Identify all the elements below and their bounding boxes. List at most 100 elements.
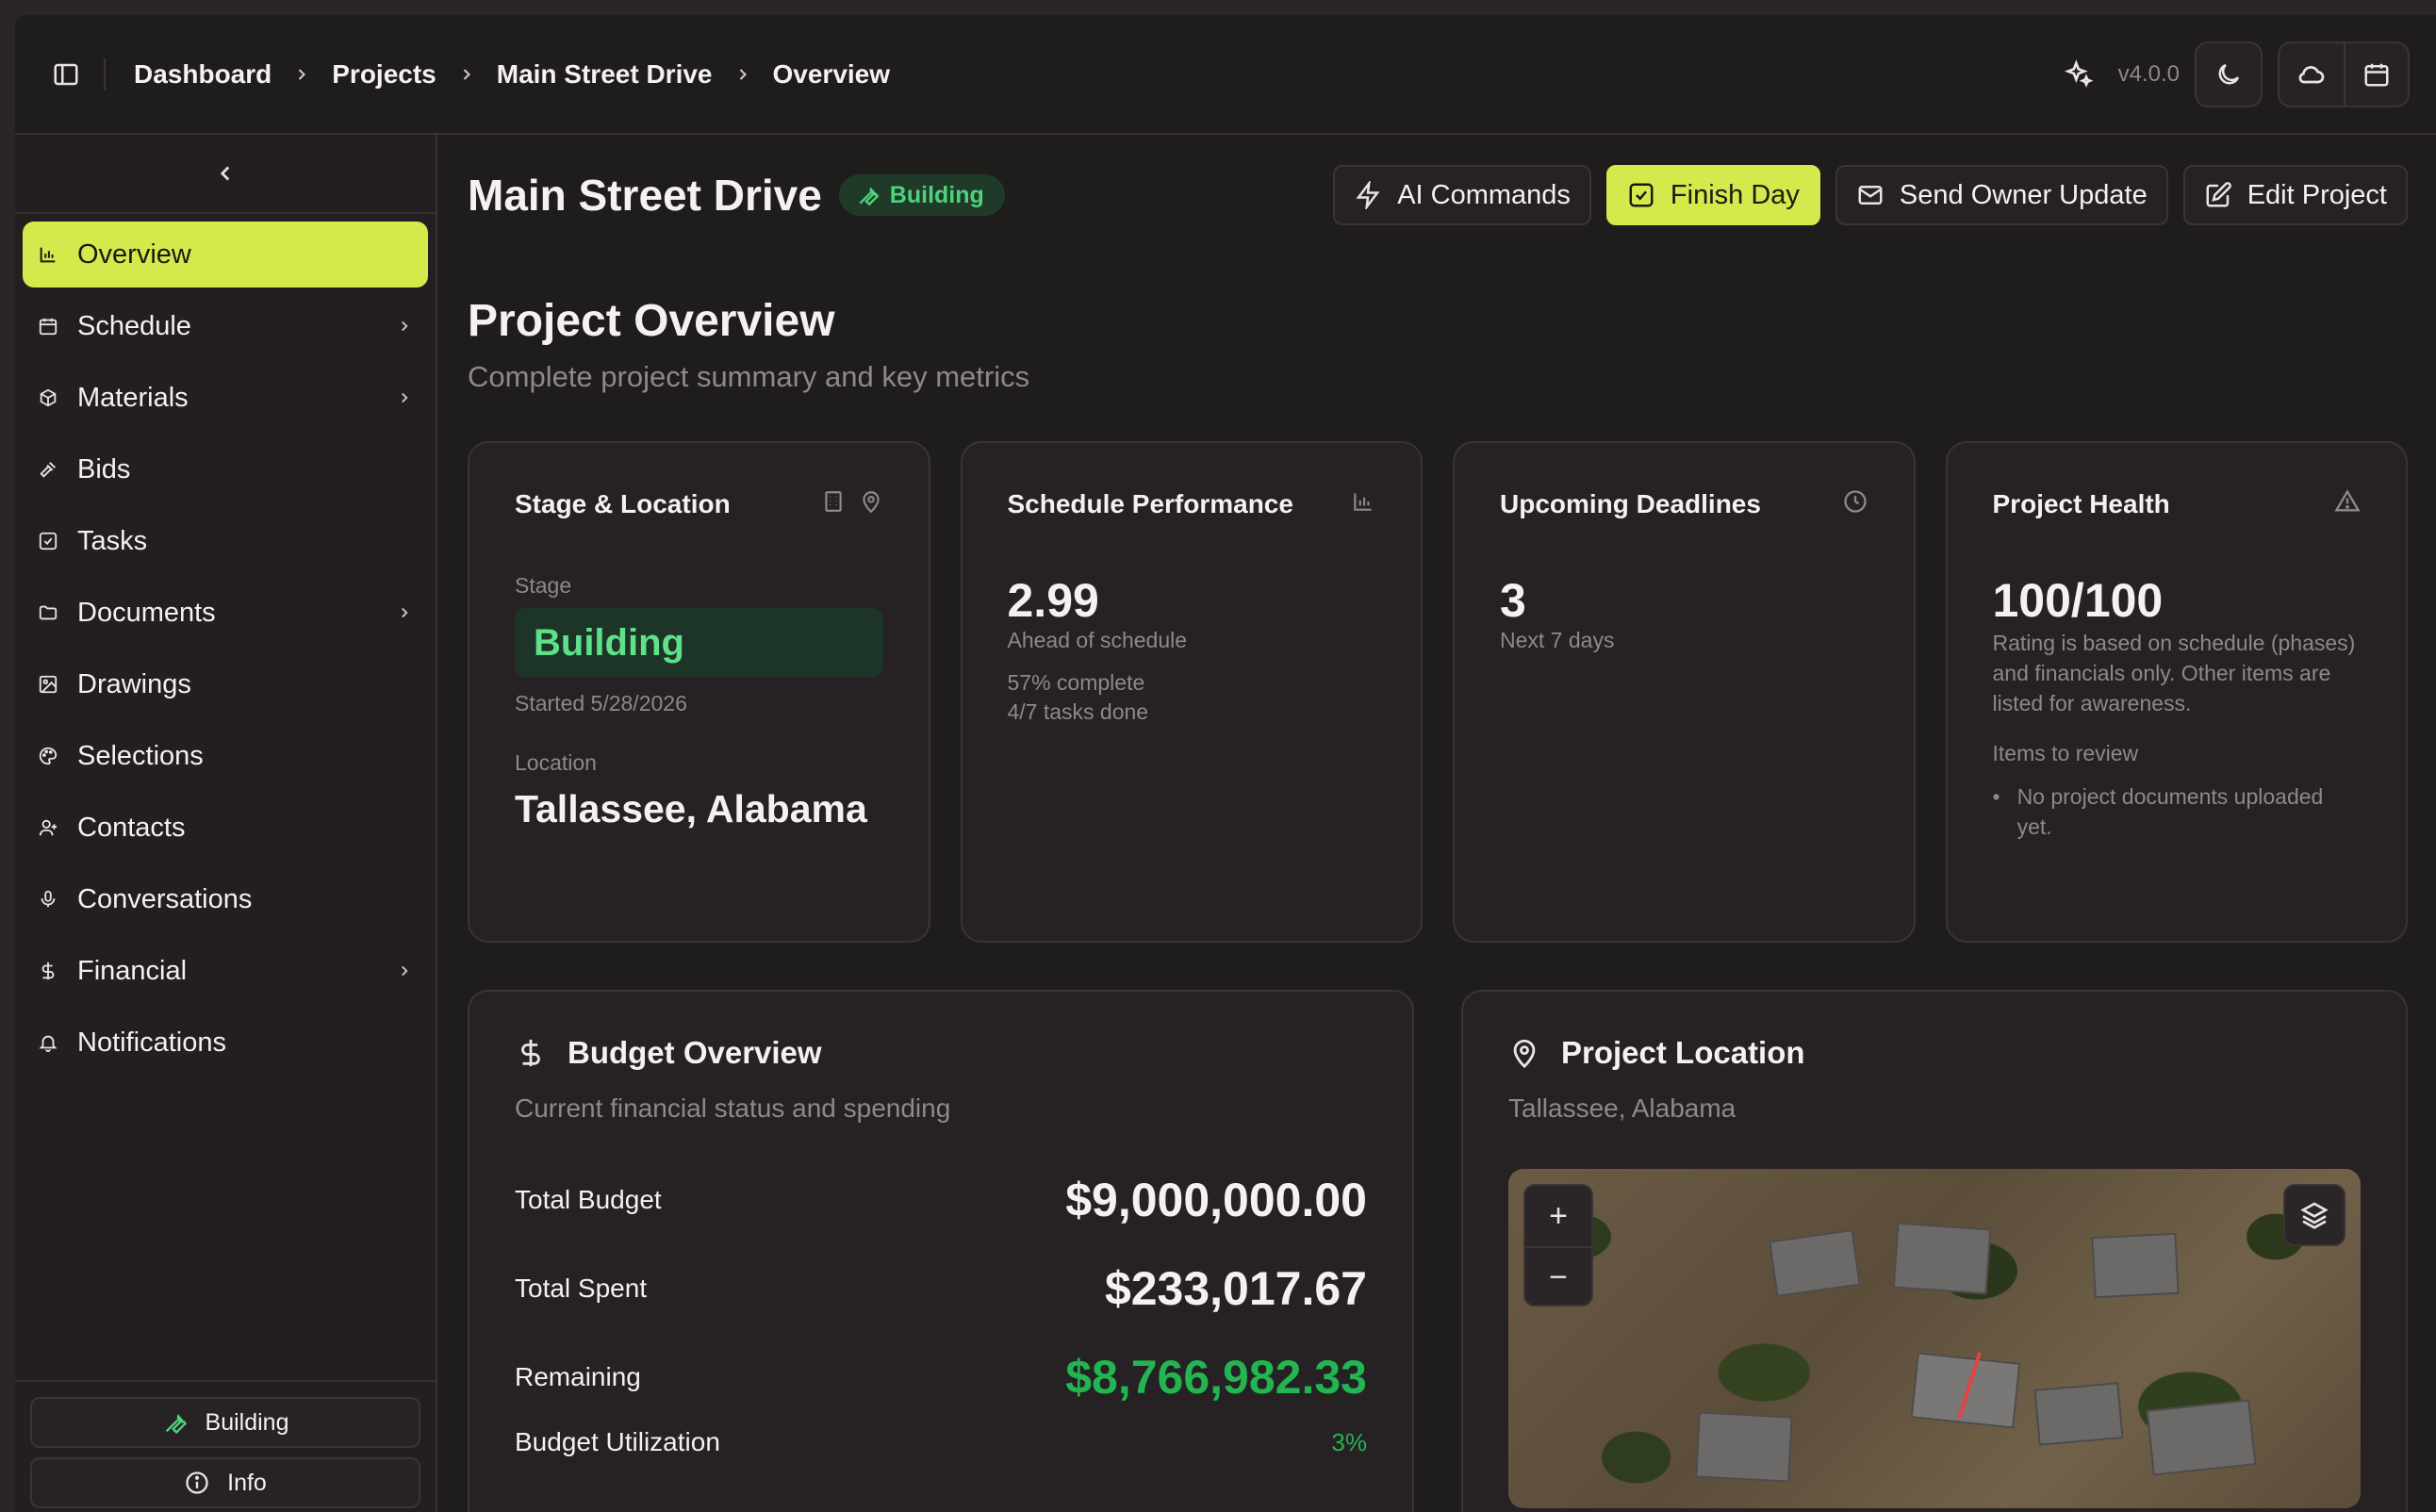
mic-icon	[38, 889, 70, 910]
bar-chart-icon	[1351, 489, 1375, 520]
satellite-map[interactable]: + −	[1508, 1169, 2361, 1508]
budget-utilization-row: Budget Utilization 3%	[515, 1427, 1367, 1457]
gavel-icon	[38, 459, 70, 480]
sidebar-item-drawings[interactable]: Drawings	[23, 651, 428, 717]
clock-icon	[1842, 488, 1868, 521]
chevron-right-icon	[396, 383, 413, 414]
edit-project-button[interactable]: Edit Project	[2182, 165, 2408, 225]
map-pin-icon	[1508, 1037, 1540, 1069]
edit-project-label: Edit Project	[2247, 179, 2387, 210]
breadcrumb-projects[interactable]: Projects	[332, 59, 436, 90]
project-location-panel: Project Location Tallassee, Alabama + −	[1461, 990, 2408, 1512]
layers-button[interactable]	[2283, 1184, 2345, 1246]
ai-commands-button[interactable]: AI Commands	[1333, 165, 1591, 225]
panel-title: Project Location	[1561, 1035, 1805, 1070]
sidebar-item-contacts[interactable]: Contacts	[23, 795, 428, 861]
sidebar-item-label: Conversations	[77, 883, 253, 914]
sparkles-icon[interactable]	[2060, 56, 2098, 93]
calendar-icon	[38, 316, 70, 337]
sidebar-item-documents[interactable]: Documents	[23, 580, 428, 646]
zap-icon	[1354, 181, 1382, 209]
status-badge: Building	[838, 174, 1005, 216]
percent-complete: 57% complete	[1007, 670, 1145, 695]
status-badge-label: Building	[889, 181, 984, 208]
zoom-out-button[interactable]: −	[1525, 1246, 1591, 1307]
chevron-right-icon	[733, 65, 752, 84]
tasks-done: 4/7 tasks done	[1007, 699, 1149, 724]
sidebar-item-tasks[interactable]: Tasks	[23, 508, 428, 574]
section-title: Project Overview	[468, 296, 835, 346]
stage-location-card: Stage & Location Stage Building Started …	[468, 441, 930, 943]
map-roof	[2091, 1232, 2180, 1299]
info-button[interactable]: Info	[30, 1457, 420, 1508]
status-button[interactable]: Building	[30, 1397, 420, 1448]
edit-icon	[2204, 181, 2232, 209]
sidebar-item-label: Selections	[77, 740, 204, 771]
schedule-value: 2.99	[1007, 574, 1099, 627]
send-owner-update-label: Send Owner Update	[1899, 179, 2148, 210]
map-roof	[1695, 1411, 1793, 1483]
page-title: Main Street Drive	[468, 171, 822, 220]
finish-day-button[interactable]: Finish Day	[1605, 165, 1820, 225]
page-header: Main Street Drive Building AI Commands F…	[468, 135, 2408, 255]
box-icon	[38, 387, 70, 408]
zoom-controls: + −	[1523, 1184, 1593, 1307]
dollar-icon	[515, 1037, 547, 1069]
theme-toggle[interactable]	[2195, 41, 2263, 107]
sidebar-item-overview[interactable]: Overview	[23, 222, 428, 288]
building-icon	[821, 489, 846, 520]
header-actions: AI Commands Finish Day Send Owner Update…	[1318, 165, 2408, 225]
review-label: Items to review	[1992, 741, 2139, 765]
total-spent-value: $233,017.67	[1104, 1262, 1367, 1315]
started-date: Started 5/28/2026	[515, 691, 687, 715]
main-content: Main Street Drive Building AI Commands F…	[439, 135, 2436, 1512]
user-icon	[38, 817, 70, 838]
sidebar-item-selections[interactable]: Selections	[23, 723, 428, 789]
sidebar-item-schedule[interactable]: Schedule	[23, 293, 428, 359]
info-icon	[184, 1470, 210, 1496]
total-budget-value: $9,000,000.00	[1065, 1174, 1367, 1226]
review-item-text: No project documents uploaded yet.	[2016, 784, 2324, 839]
sidebar-footer: Building Info	[15, 1380, 436, 1512]
moon-icon[interactable]	[2197, 43, 2261, 106]
send-owner-update-button[interactable]: Send Owner Update	[1835, 165, 2168, 225]
sidebar-item-label: Overview	[77, 238, 191, 270]
schedule-performance-card: Schedule Performance 2.99 Ahead of sched…	[960, 441, 1423, 943]
sidebar-item-financial[interactable]: Financial	[23, 938, 428, 1004]
layers-icon	[2300, 1202, 2329, 1229]
breadcrumb-project[interactable]: Main Street Drive	[497, 59, 713, 90]
alert-triangle-icon	[2334, 488, 2361, 521]
zoom-in-button[interactable]: +	[1525, 1186, 1591, 1246]
sidebar-item-label: Financial	[77, 955, 188, 986]
breadcrumb-dashboard[interactable]: Dashboard	[134, 59, 272, 90]
sidebar-item-bids[interactable]: Bids	[23, 436, 428, 502]
location-label: Location	[515, 750, 597, 775]
sidebar-item-conversations[interactable]: Conversations	[23, 866, 428, 932]
bell-icon	[38, 1032, 70, 1053]
chevron-right-icon	[396, 311, 413, 342]
check-square-icon	[1627, 181, 1655, 209]
divider	[104, 58, 106, 90]
toggle-sidebar-icon[interactable]	[47, 56, 85, 93]
sidebar-item-label: Notifications	[77, 1027, 226, 1058]
bar-chart-icon	[38, 244, 70, 265]
sidebar-item-notifications[interactable]: Notifications	[23, 1010, 428, 1076]
map-roof	[1769, 1229, 1861, 1297]
chevron-left-icon	[220, 166, 230, 181]
calendar-icon[interactable]	[2344, 42, 2408, 106]
cloud-icon[interactable]	[2280, 43, 2344, 106]
sidebar-item-label: Bids	[77, 453, 131, 485]
sidebar-item-label: Schedule	[77, 310, 191, 341]
wrench-icon	[162, 1409, 189, 1436]
utilization-label: Budget Utilization	[515, 1427, 720, 1456]
total-spent-row: Total Spent $233,017.67	[515, 1261, 1367, 1316]
card-title: Project Health	[1992, 489, 2170, 518]
sidebar-item-label: Documents	[77, 597, 216, 628]
toolbar-group	[2278, 41, 2410, 107]
project-line-marker	[1957, 1352, 1982, 1420]
collapse-sidebar-button[interactable]	[15, 135, 436, 214]
dollar-icon	[38, 961, 70, 981]
remaining-row: Remaining $8,766,982.33	[515, 1350, 1367, 1405]
total-budget-label: Total Budget	[515, 1185, 662, 1214]
sidebar-item-materials[interactable]: Materials	[23, 365, 428, 431]
